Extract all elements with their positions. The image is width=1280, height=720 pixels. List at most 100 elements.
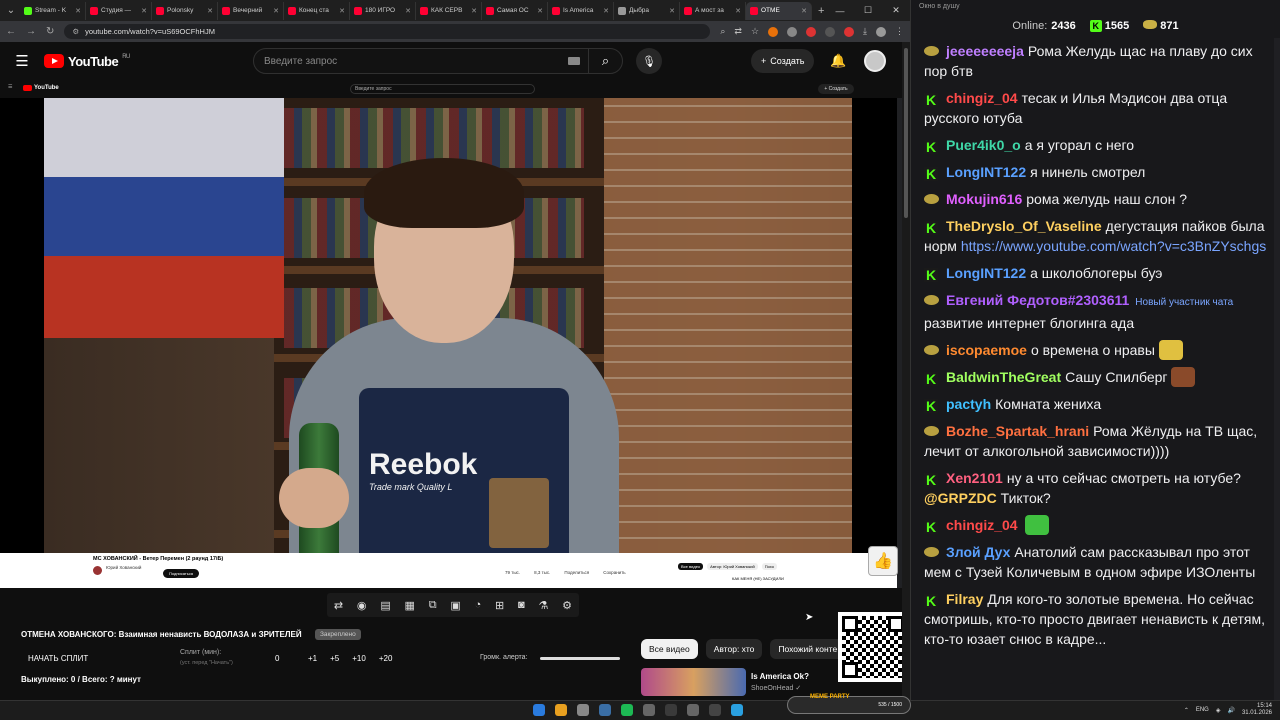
chip-author[interactable]: Автор: хто [705,639,763,659]
split-plus-1-button[interactable]: +1 [308,654,317,663]
app-icon[interactable] [577,704,589,716]
youtube-logo[interactable]: YouTube RU [44,54,130,69]
windows-start-icon[interactable] [533,704,545,716]
recommendation-channel[interactable]: ShoeOnHead ✓ [751,684,801,692]
tab-close-icon[interactable]: ✕ [207,7,213,15]
chat-username[interactable]: TheDryslo_Of_Vaseline [946,218,1102,234]
page-scrollbar[interactable] [902,42,910,700]
telegram-icon[interactable] [731,704,743,716]
chat-mention[interactable]: @GRPZDC [924,490,997,506]
tab-close-icon[interactable]: ✕ [537,7,543,15]
split-value[interactable]: 0 [275,654,279,663]
browser-tab[interactable]: Дыбра ✕ [614,1,680,20]
app-icon[interactable] [665,704,677,716]
playlist-icon[interactable]: ▤ [380,599,390,612]
chat-username[interactable]: pactyh [946,396,991,412]
chat-username[interactable]: Puer4ik0_o [946,137,1021,153]
tab-close-icon[interactable]: ✕ [141,7,147,15]
app-icon[interactable] [643,704,655,716]
browser-tab[interactable]: Конец ста ✕ [284,1,350,20]
subtitles-icon[interactable]: ▣ [450,599,460,612]
browser-tab[interactable]: Студия — ✕ [86,1,152,20]
clip-icon[interactable]: ▦ [405,599,415,612]
chat-username[interactable]: Евгений Федотов#2303611 [946,292,1129,308]
settings-gear-icon[interactable]: ⚙ [562,599,572,612]
recommendation-title[interactable]: Is America Ok? [751,672,809,681]
tray-arrow-icon[interactable]: ⌃ [1184,707,1189,714]
pip-icon[interactable]: ⧉ [429,599,437,612]
chat-username[interactable]: Злой Дух [946,544,1010,560]
volume-icon[interactable]: 🔊 [1227,707,1234,714]
chat-username[interactable]: chingiz_04 [946,517,1018,533]
tab-close-icon[interactable]: ✕ [669,7,675,15]
browser-tab[interactable]: Вечерний ✕ [218,1,284,20]
url-field[interactable]: ⚙ youtube.com/watch?v=uS69OCFhHJM [64,24,711,39]
tab-close-icon[interactable]: ✕ [471,7,477,15]
chat-link[interactable]: https://www.youtube.com/watch?v=c3BnZYsc… [961,238,1266,254]
tab-close-icon[interactable]: ✕ [801,7,807,15]
app-icon[interactable] [709,704,721,716]
keyboard-icon[interactable] [568,57,580,65]
browser-tab[interactable]: 180 ИГРО ✕ [350,1,416,20]
chat-username[interactable]: jeeeeeeeeja [946,43,1024,59]
chat-username[interactable]: Mokujin616 [946,191,1022,207]
create-button[interactable]: + Создать [751,49,815,73]
split-plus-20-button[interactable]: +20 [379,654,393,663]
split-plus-10-button[interactable]: +10 [352,654,366,663]
maximize-button[interactable]: ☐ [854,0,882,21]
reload-icon[interactable]: ↻ [46,26,54,37]
video-player[interactable]: Reebok Trade mark Quality L [0,98,897,553]
language-indicator[interactable]: ENG [1196,707,1209,713]
screenshot-icon[interactable]: ◙ [518,599,525,611]
avatar[interactable] [864,50,886,72]
chat-username[interactable]: chingiz_04 [946,90,1018,106]
microphone-icon[interactable]: 🎙 [636,48,662,74]
download-icon[interactable]: ⤓ [863,26,867,37]
lens-icon[interactable]: ⌕ [720,26,725,37]
chip-all-videos[interactable]: Все видео [641,639,698,659]
forward-icon[interactable]: → [26,26,36,37]
close-window-button[interactable]: ✕ [882,0,910,21]
chat-username[interactable]: Xen2101 [946,470,1003,486]
audio-icon[interactable]: ◉ [357,599,367,612]
spotify-icon[interactable] [621,704,633,716]
tab-close-icon[interactable]: ✕ [273,7,279,15]
chat-username[interactable]: iscopaemoe [946,342,1027,358]
extension-icon[interactable] [825,26,836,37]
clock[interactable]: 15:14 31.01.2026 [1242,703,1272,717]
lab-icon[interactable]: ⚗ [539,599,549,612]
tab-close-icon[interactable]: ✕ [339,7,345,15]
chat-username[interactable]: LongINT122 [946,164,1026,180]
menu-icon[interactable]: ⋮ [895,26,904,37]
loop-icon[interactable]: ⇄ [334,599,343,612]
browser-tab[interactable]: Polonsky ✕ [152,1,218,20]
network-icon[interactable]: ◈ [1216,707,1221,714]
add-icon[interactable]: ⊞ [495,599,504,612]
search-input[interactable]: Введите запрос ⌕ [253,48,623,74]
recommendation-thumbnail[interactable] [641,668,746,696]
speed-icon[interactable]: ◔ [475,599,482,611]
search-icon[interactable]: ⌕ [588,48,622,74]
chat-username[interactable]: LongINT122 [946,265,1026,281]
start-split-button[interactable]: НАЧАТЬ СПЛИТ [28,654,88,663]
extension-icon[interactable] [844,26,855,37]
bookmark-star-icon[interactable]: ☆ [751,26,759,37]
browser-tab[interactable]: А мост за ✕ [680,1,746,20]
translate-icon[interactable]: ⇄ [734,26,742,37]
notifications-bell-icon[interactable]: 🔔 [830,53,846,69]
chat-username[interactable]: Filray [946,591,983,607]
browser-tab[interactable]: Is America ✕ [548,1,614,20]
tab-close-icon[interactable]: ✕ [603,7,609,15]
chat-username[interactable]: Bozhe_Spartak_hrani [946,423,1089,439]
browser-tab[interactable]: КАК СЕРВ ✕ [416,1,482,20]
split-plus-5-button[interactable]: +5 [330,654,339,663]
tab-close-icon[interactable]: ✕ [405,7,411,15]
alert-volume-slider[interactable] [540,657,620,660]
tab-search-button[interactable]: ⌄ [2,2,20,20]
browser-tab[interactable]: Stream - K ✕ [20,1,86,20]
video-frame[interactable]: Reebok Trade mark Quality L [44,98,852,553]
minimize-button[interactable]: — [826,0,854,21]
browser-tab[interactable]: Самая ОС ✕ [482,1,548,20]
site-info-icon[interactable]: ⚙ [72,27,79,36]
browser-tab[interactable]: ОТМЕ ✕ [746,1,812,20]
